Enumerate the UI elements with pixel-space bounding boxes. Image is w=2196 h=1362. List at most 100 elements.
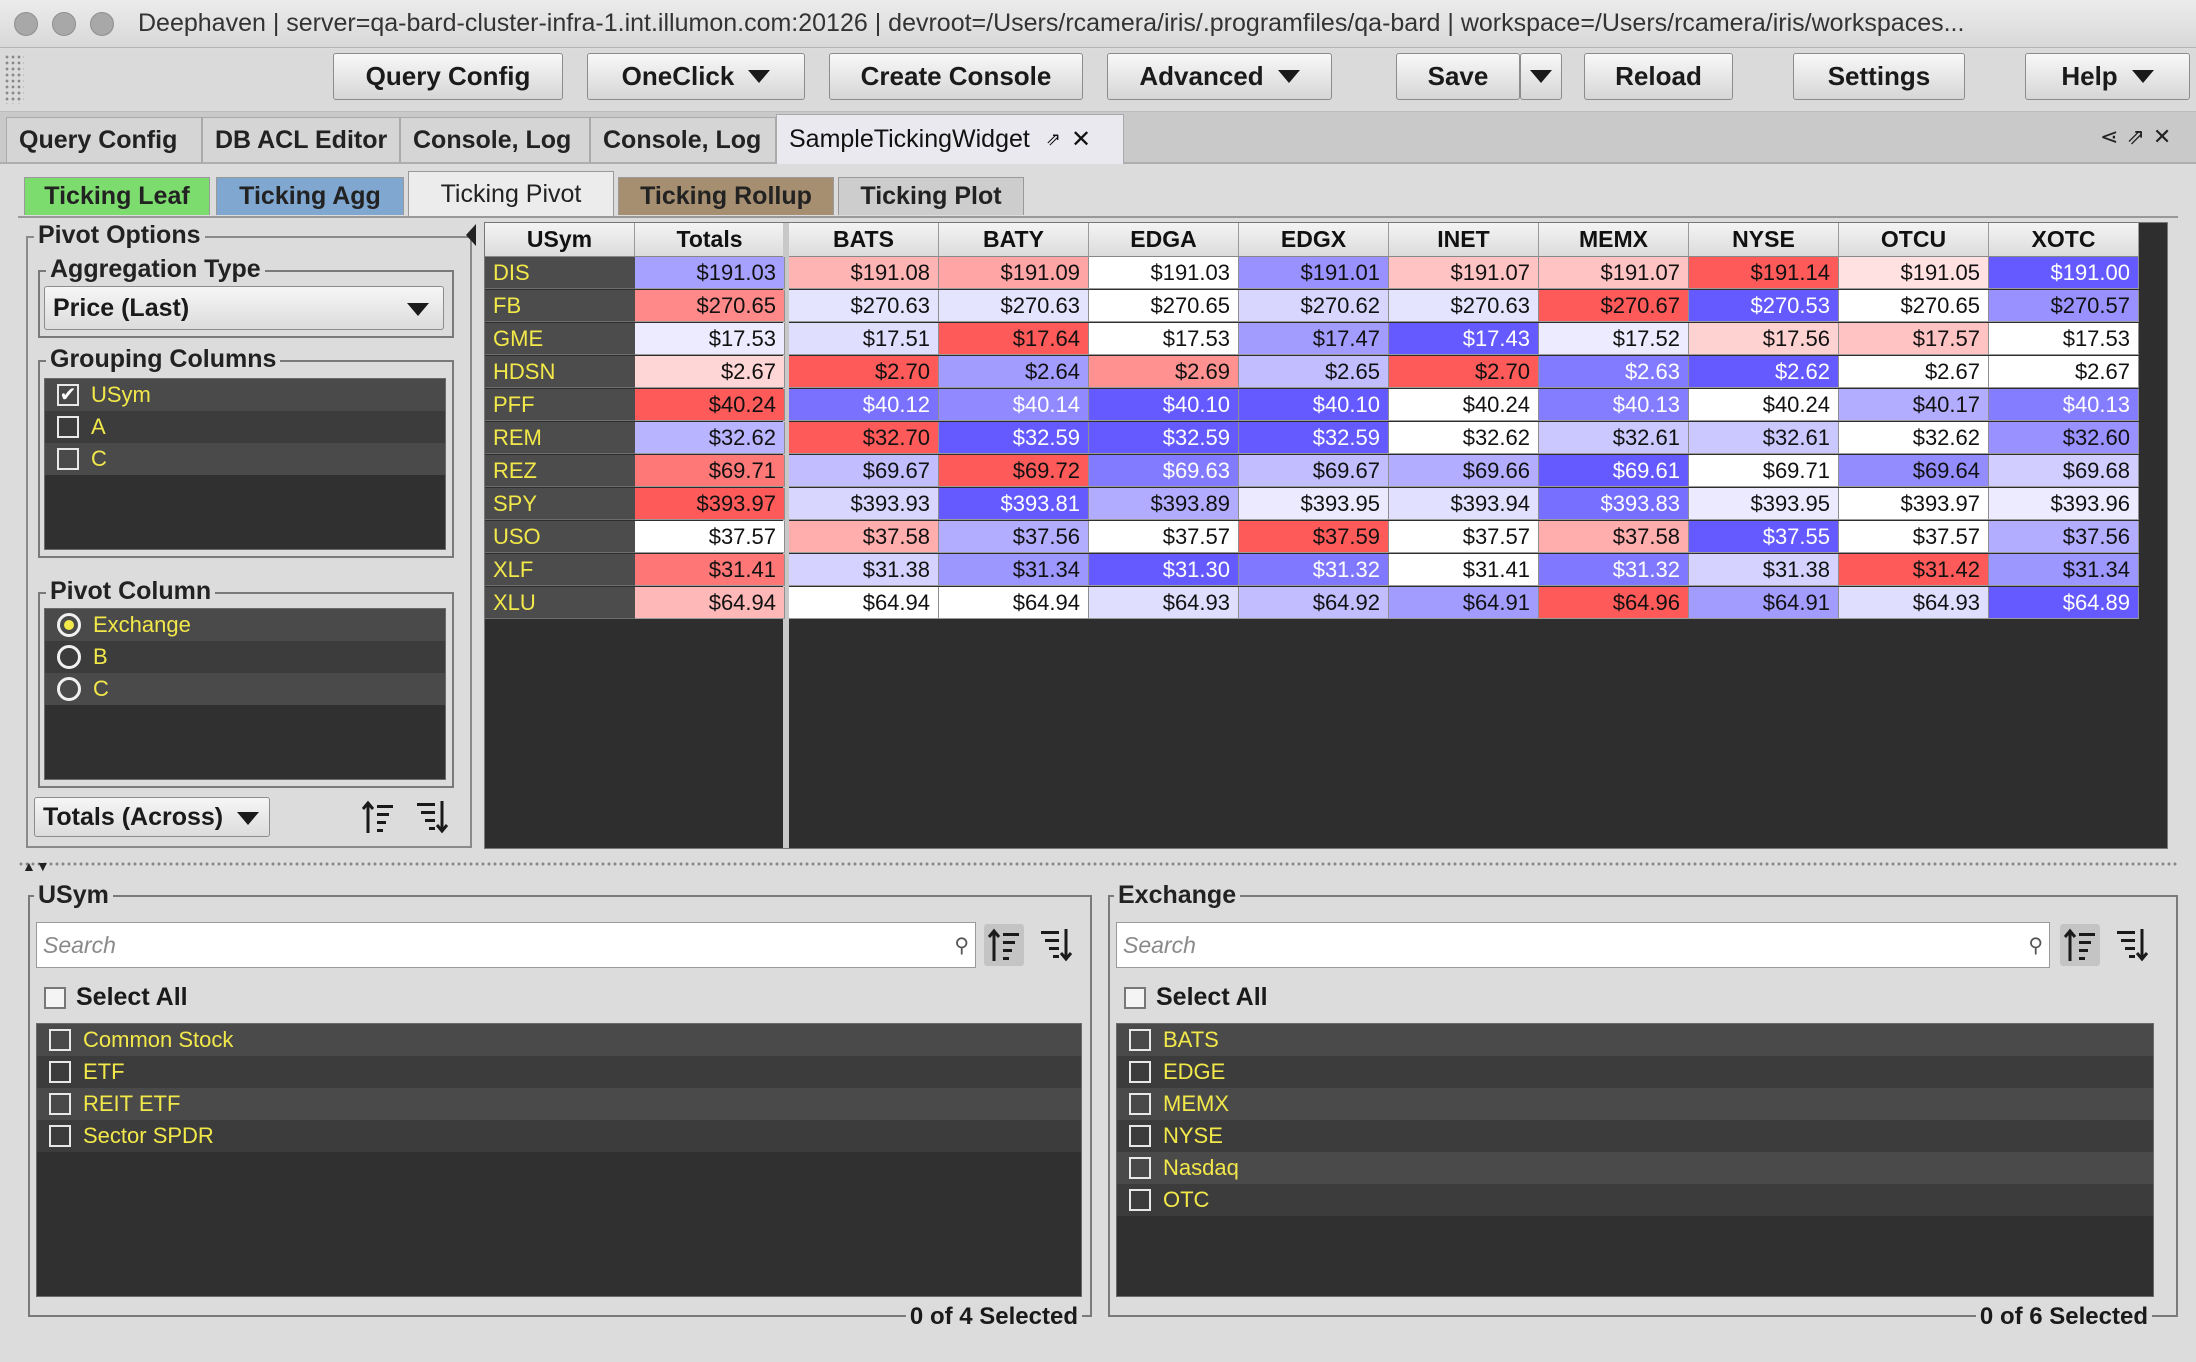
table-cell[interactable]: $31.38: [789, 554, 939, 586]
table-cell[interactable]: $37.57: [1389, 521, 1539, 553]
row-symbol[interactable]: FB: [485, 290, 635, 322]
table-cell[interactable]: $37.57: [1089, 521, 1239, 553]
table-cell[interactable]: $31.32: [1239, 554, 1389, 586]
undock-icon[interactable]: ⇗: [2126, 124, 2144, 150]
exchange-select-all[interactable]: Select All: [1124, 983, 1268, 1012]
tab-ticking-plot[interactable]: Ticking Plot: [838, 177, 1024, 215]
totals-mode-select[interactable]: Totals (Across): [34, 797, 270, 837]
table-cell[interactable]: $64.94: [939, 587, 1089, 619]
table-cell[interactable]: $64.92: [1239, 587, 1389, 619]
radio[interactable]: [57, 677, 81, 701]
checkbox[interactable]: [1129, 1093, 1151, 1115]
table-cell[interactable]: $32.61: [1539, 422, 1689, 454]
table-cell[interactable]: $32.59: [939, 422, 1089, 454]
tab-sample-ticking-widget[interactable]: SampleTickingWidget ⇗ ✕: [776, 114, 1124, 164]
list-item[interactable]: C: [45, 673, 445, 705]
table-cell[interactable]: $191.07: [1539, 257, 1689, 289]
list-item[interactable]: Nasdaq: [1117, 1152, 2153, 1184]
table-cell[interactable]: $69.66: [1389, 455, 1539, 487]
checkbox[interactable]: [49, 1061, 71, 1083]
table-cell[interactable]: $31.34: [1989, 554, 2139, 586]
table-cell[interactable]: $31.41: [635, 554, 785, 586]
create-console-button[interactable]: Create Console: [829, 53, 1083, 100]
checkbox[interactable]: [57, 416, 79, 438]
table-cell[interactable]: $393.94: [1389, 488, 1539, 520]
row-symbol[interactable]: REZ: [485, 455, 635, 487]
table-cell[interactable]: $31.30: [1089, 554, 1239, 586]
table-cell[interactable]: $17.64: [939, 323, 1089, 355]
table-cell[interactable]: $37.55: [1689, 521, 1839, 553]
checkbox[interactable]: [1124, 986, 1146, 1009]
row-symbol[interactable]: SPY: [485, 488, 635, 520]
table-cell[interactable]: $64.94: [635, 587, 785, 619]
table-cell[interactable]: $191.14: [1689, 257, 1839, 289]
sort-descending-icon[interactable]: [2112, 924, 2152, 966]
checkbox[interactable]: [1129, 1189, 1151, 1211]
table-cell[interactable]: $37.58: [1539, 521, 1689, 553]
checkbox[interactable]: [44, 986, 66, 1009]
table-cell[interactable]: $40.24: [1689, 389, 1839, 421]
table-cell[interactable]: $69.63: [1089, 455, 1239, 487]
table-cell[interactable]: $32.59: [1089, 422, 1239, 454]
list-item[interactable]: ✔ USym: [45, 379, 445, 411]
table-cell[interactable]: $32.60: [1989, 422, 2139, 454]
table-cell[interactable]: $64.89: [1989, 587, 2139, 619]
table-cell[interactable]: $40.13: [1989, 389, 2139, 421]
checkbox-checked[interactable]: ✔: [57, 384, 79, 406]
table-cell[interactable]: $191.00: [1989, 257, 2139, 289]
tab-ticking-pivot[interactable]: Ticking Pivot: [408, 171, 614, 217]
sort-ascending-icon[interactable]: [2060, 924, 2100, 966]
table-cell[interactable]: $40.10: [1089, 389, 1239, 421]
table-cell[interactable]: $40.13: [1539, 389, 1689, 421]
table-cell[interactable]: $64.94: [789, 587, 939, 619]
table-cell[interactable]: $191.03: [1089, 257, 1239, 289]
table-cell[interactable]: $69.67: [1239, 455, 1389, 487]
table-cell[interactable]: $17.57: [1839, 323, 1989, 355]
table-cell[interactable]: $191.09: [939, 257, 1089, 289]
query-config-button[interactable]: Query Config: [333, 53, 563, 100]
table-cell[interactable]: $270.57: [1989, 290, 2139, 322]
column-header[interactable]: BATS: [789, 223, 939, 257]
row-symbol[interactable]: HDSN: [485, 356, 635, 388]
table-cell[interactable]: $40.12: [789, 389, 939, 421]
close-window-icon[interactable]: [14, 12, 38, 36]
column-header[interactable]: USym: [485, 223, 635, 257]
table-cell[interactable]: $270.65: [1839, 290, 1989, 322]
checkbox[interactable]: [49, 1125, 71, 1147]
table-cell[interactable]: $270.53: [1689, 290, 1839, 322]
table-cell[interactable]: $2.70: [789, 356, 939, 388]
row-symbol[interactable]: XLF: [485, 554, 635, 586]
save-dropdown-button[interactable]: [1520, 53, 1562, 100]
split-arrows-icon[interactable]: ▲▼: [22, 858, 50, 874]
table-cell[interactable]: $191.01: [1239, 257, 1389, 289]
table-cell[interactable]: $32.62: [1839, 422, 1989, 454]
checkbox[interactable]: [1129, 1061, 1151, 1083]
table-cell[interactable]: $69.64: [1839, 455, 1989, 487]
zoom-window-icon[interactable]: [90, 12, 114, 36]
checkbox[interactable]: [1129, 1029, 1151, 1051]
exchange-search-input[interactable]: Search ⚲: [1116, 922, 2050, 968]
list-item[interactable]: REIT ETF: [37, 1088, 1081, 1120]
sort-descending-icon[interactable]: [1036, 924, 1076, 966]
split-divider[interactable]: [18, 861, 2178, 867]
share-icon[interactable]: ⋖: [2100, 124, 2118, 150]
table-cell[interactable]: $31.32: [1539, 554, 1689, 586]
list-item[interactable]: Sector SPDR: [37, 1120, 1081, 1152]
usym-search-input[interactable]: Search ⚲: [36, 922, 976, 968]
checkbox[interactable]: [1129, 1157, 1151, 1179]
checkbox[interactable]: [57, 448, 79, 470]
table-cell[interactable]: $2.67: [1989, 356, 2139, 388]
table-cell[interactable]: $393.95: [1239, 488, 1389, 520]
tab-console-log-1[interactable]: Console, Log: [400, 117, 590, 162]
column-header[interactable]: INET: [1389, 223, 1539, 257]
table-cell[interactable]: $393.81: [939, 488, 1089, 520]
table-cell[interactable]: $40.10: [1239, 389, 1389, 421]
table-cell[interactable]: $32.62: [1389, 422, 1539, 454]
table-cell[interactable]: $191.08: [789, 257, 939, 289]
table-cell[interactable]: $69.71: [1689, 455, 1839, 487]
table-cell[interactable]: $31.42: [1839, 554, 1989, 586]
tab-ticking-leaf[interactable]: Ticking Leaf: [24, 177, 210, 215]
row-symbol[interactable]: XLU: [485, 587, 635, 619]
list-item[interactable]: OTC: [1117, 1184, 2153, 1216]
table-cell[interactable]: $270.65: [635, 290, 785, 322]
